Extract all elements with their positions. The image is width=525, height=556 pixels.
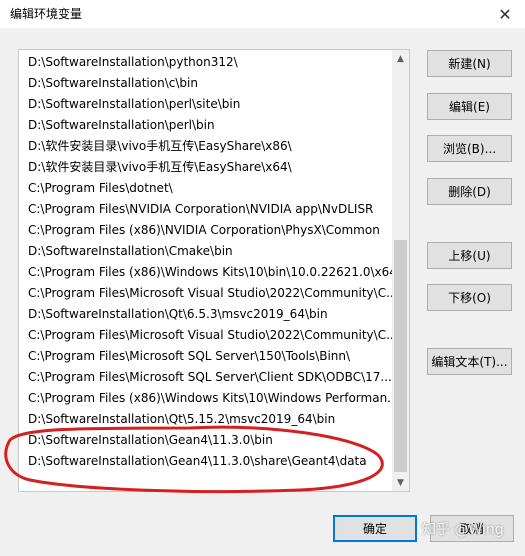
list-item[interactable]: C:\Program Files (x86)\Windows Kits\10\W… <box>19 388 394 409</box>
list-item[interactable]: C:\Program Files\Microsoft SQL Server\Cl… <box>19 367 394 388</box>
list-item[interactable]: D:\SoftwareInstallation\Qt\6.5.3\msvc201… <box>19 304 394 325</box>
new-button[interactable]: 新建(N) <box>427 50 512 77</box>
scroll-thumb[interactable] <box>394 240 407 472</box>
list-item[interactable]: C:\Program Files\dotnet\ <box>19 178 394 199</box>
browse-button[interactable]: 浏览(B)... <box>427 135 512 162</box>
edit-button[interactable]: 编辑(E) <box>427 93 512 120</box>
move-up-button[interactable]: 上移(U) <box>427 242 512 269</box>
path-listbox[interactable]: D:\SoftwareInstallation\python312\ D:\Sof… <box>18 49 410 492</box>
vertical-scrollbar[interactable]: ▲ ▼ <box>392 50 409 491</box>
list-item[interactable]: C:\Program Files\Microsoft SQL Server\15… <box>19 346 394 367</box>
list-item[interactable]: C:\Program Files\Microsoft Visual Studio… <box>19 283 394 304</box>
list-item[interactable]: D:\SoftwareInstallation\c\bin <box>19 73 394 94</box>
list-item[interactable]: C:\Program Files\NVIDIA Corporation\NVID… <box>19 199 394 220</box>
edit-text-button[interactable]: 编辑文本(T)... <box>427 348 512 375</box>
ok-button[interactable]: 确定 <box>333 515 417 542</box>
list-item[interactable]: D:\软件安装目录\vivo手机互传\EasyShare\x64\ <box>19 157 394 178</box>
scroll-up-arrow[interactable]: ▲ <box>392 50 409 67</box>
close-icon: ✕ <box>498 4 512 24</box>
list-item[interactable]: C:\Program Files (x86)\NVIDIA Corporatio… <box>19 220 394 241</box>
list-item[interactable]: D:\SoftwareInstallation\Qt\5.15.2\msvc20… <box>19 409 394 430</box>
list-item[interactable]: C:\Program Files\Microsoft Visual Studio… <box>19 325 394 346</box>
close-button[interactable]: ✕ <box>485 0 525 28</box>
list-item[interactable]: D:\SoftwareInstallation\Cmake\bin <box>19 241 394 262</box>
scroll-down-arrow[interactable]: ▼ <box>392 474 409 491</box>
move-down-button[interactable]: 下移(O) <box>427 284 512 311</box>
chevron-down-icon: ▼ <box>397 477 404 488</box>
cancel-button[interactable]: 取消 <box>430 515 514 542</box>
path-list: D:\SoftwareInstallation\python312\ D:\Sof… <box>19 52 394 472</box>
list-item[interactable]: D:\SoftwareInstallation\perl\bin <box>19 115 394 136</box>
window-title: 编辑环境变量 <box>10 7 83 21</box>
chevron-up-icon: ▲ <box>397 53 404 64</box>
list-item[interactable]: D:\SoftwareInstallation\Gean4\11.3.0\sha… <box>19 451 394 472</box>
list-item[interactable]: D:\软件安装目录\vivo手机互传\EasyShare\x86\ <box>19 136 394 157</box>
list-item[interactable]: D:\SoftwareInstallation\perl\site\bin <box>19 94 394 115</box>
delete-button[interactable]: 删除(D) <box>427 178 512 205</box>
list-item[interactable]: C:\Program Files (x86)\Windows Kits\10\b… <box>19 262 394 283</box>
list-item[interactable]: D:\SoftwareInstallation\python312\ <box>19 52 394 73</box>
list-item[interactable]: D:\SoftwareInstallation\Gean4\11.3.0\bin <box>19 430 394 451</box>
title-bar: 编辑环境变量 ✕ <box>0 0 525 28</box>
